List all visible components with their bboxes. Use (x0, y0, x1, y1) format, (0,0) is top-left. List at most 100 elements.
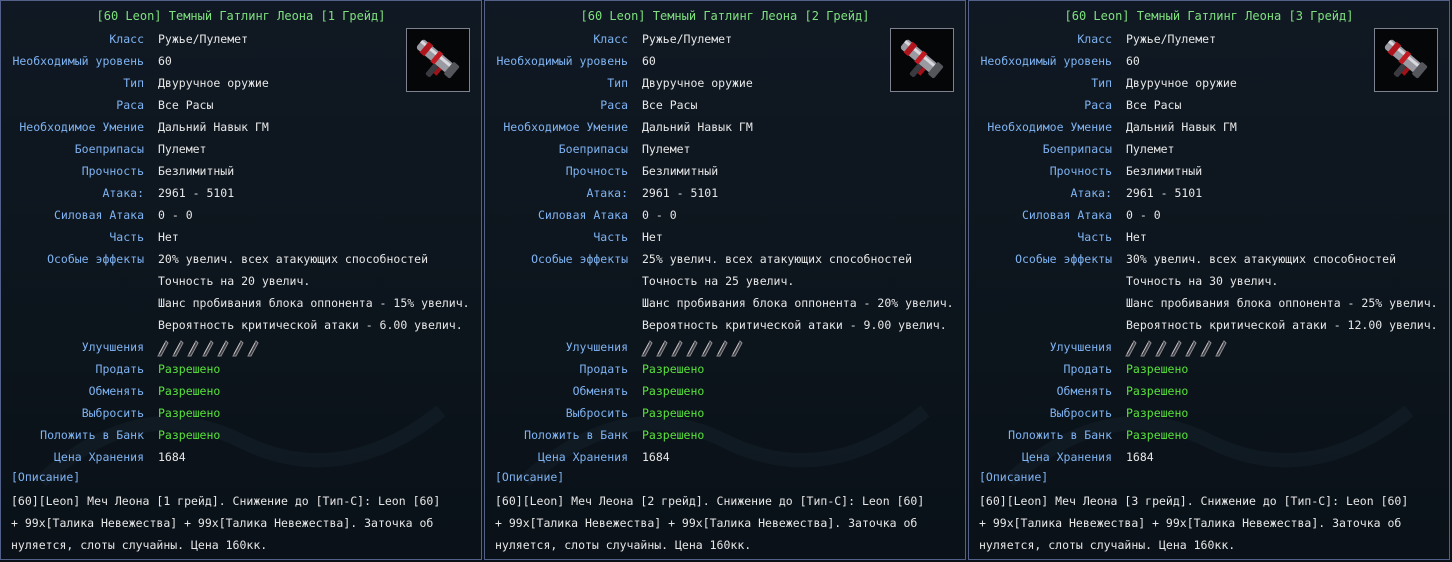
effect-line: Шанс пробивания блока оппонента - 15% ув… (158, 296, 470, 310)
row-skill: Необходимое Умение Дальний Навык ГМ (485, 117, 965, 137)
value-bank: Разрешено (1126, 428, 1189, 442)
value-trade: Разрешено (158, 384, 221, 398)
value-race: Все Расы (642, 98, 698, 112)
item-tooltip-grade-3: [60 Leon] Темный Гатлинг Леона [3 Грейд]… (968, 0, 1450, 560)
row-storage-price: Цена Хранения 1684 (969, 447, 1449, 467)
description-heading: [Описание] (979, 470, 1049, 484)
row-upgrades: Улучшения (485, 337, 965, 357)
label-bank: Положить в Банк (1008, 428, 1112, 442)
row-skill: Необходимое Умение Дальний Навык ГМ (1, 117, 481, 137)
row-storage-price: Цена Хранения 1684 (1, 447, 481, 467)
row-class: Класс Ружье/Пулемет (969, 29, 1449, 49)
value-power-attack: 0 - 0 (1126, 208, 1161, 222)
label-upgrades: Улучшения (81, 340, 144, 354)
empty-talic-slot-icon (1123, 339, 1137, 357)
empty-talic-slot-icon (200, 339, 214, 357)
item-title: [60 Leon] Темный Гатлинг Леона [1 Грейд] (96, 9, 386, 23)
value-bank: Разрешено (158, 428, 221, 442)
value-durability: Безлимитный (1126, 164, 1203, 178)
empty-talic-slot-icon (699, 339, 713, 357)
row-durability: Прочность Безлимитный (485, 161, 965, 181)
effect-line: 30% увелич. всех атакующих способностей (1126, 252, 1397, 266)
value-level: 60 (1126, 54, 1140, 68)
label-class: Класс (109, 32, 144, 46)
effect-line: 20% увелич. всех атакующих способностей (158, 252, 429, 266)
row-class: Класс Ружье/Пулемет (1, 29, 481, 49)
label-upgrades: Улучшения (565, 340, 628, 354)
row-power-attack: Силовая Атака 0 - 0 (485, 205, 965, 225)
label-upgrades: Улучшения (1049, 340, 1112, 354)
value-bank: Разрешено (642, 428, 705, 442)
item-tooltip-grade-1: [60 Leon] Темный Гатлинг Леона [1 Грейд]… (0, 0, 482, 560)
value-trade: Разрешено (642, 384, 705, 398)
label-bank: Положить в Банк (524, 428, 628, 442)
label-class: Класс (593, 32, 628, 46)
value-storage-price: 1684 (158, 450, 186, 464)
row-bank: Положить в Банк Разрешено (485, 425, 965, 445)
label-drop: Выбросить (1049, 406, 1112, 420)
label-ammo: Боеприпасы (74, 142, 144, 156)
row-part: Часть Нет (485, 227, 965, 247)
value-sell: Разрешено (642, 362, 705, 376)
description-text: [60][Leon] Меч Леона [3 грейд]. Снижение… (979, 494, 1409, 552)
effect-line: Шанс пробивания блока оппонента - 25% ув… (1126, 296, 1438, 310)
value-durability: Безлимитный (158, 164, 235, 178)
label-part: Часть (109, 230, 144, 244)
label-attack: Атака: (102, 186, 144, 200)
label-race: Раса (600, 98, 628, 112)
label-durability: Прочность (565, 164, 628, 178)
value-ammo: Пулемет (158, 142, 207, 156)
row-class: Класс Ружье/Пулемет (485, 29, 965, 49)
row-effect-4: Вероятность критической атаки - 12.00 ув… (969, 315, 1449, 335)
empty-talic-slot-icon (1213, 339, 1227, 357)
value-type: Двуручное оружие (158, 76, 269, 90)
value-class: Ружье/Пулемет (158, 32, 249, 46)
row-ammo: Боеприпасы Пулемет (1, 139, 481, 159)
label-trade: Обменять (88, 384, 144, 398)
row-power-attack: Силовая Атака 0 - 0 (969, 205, 1449, 225)
value-type: Двуручное оружие (1126, 76, 1237, 90)
value-race: Все Расы (158, 98, 214, 112)
row-effects: Особые эффекты 30% увелич. всех атакующих… (969, 249, 1449, 269)
empty-talic-slot-icon (1183, 339, 1197, 357)
value-attack: 2961 - 5101 (1126, 186, 1203, 200)
value-drop: Разрешено (1126, 406, 1189, 420)
label-part: Часть (1077, 230, 1112, 244)
row-type: Тип Двуручное оружие (1, 73, 481, 93)
label-race: Раса (1084, 98, 1112, 112)
empty-talic-slot-icon (654, 339, 668, 357)
label-storage-price: Цена Хранения (537, 450, 628, 464)
value-storage-price: 1684 (1126, 450, 1154, 464)
row-trade: Обменять Разрешено (485, 381, 965, 401)
label-skill: Необходимое Умение (503, 120, 628, 134)
empty-talic-slot-icon (245, 339, 259, 357)
row-durability: Прочность Безлимитный (969, 161, 1449, 181)
row-effect-3: Шанс пробивания блока оппонента - 15% ув… (1, 293, 481, 313)
label-race: Раса (116, 98, 144, 112)
value-sell: Разрешено (158, 362, 221, 376)
empty-talic-slot-icon (155, 339, 169, 357)
row-effect-3: Шанс пробивания блока оппонента - 25% ув… (969, 293, 1449, 313)
row-effect-2: Точность на 25 увелич. (485, 271, 965, 291)
label-storage-price: Цена Хранения (1021, 450, 1112, 464)
item-title: [60 Leon] Темный Гатлинг Леона [2 Грейд] (580, 9, 870, 23)
label-durability: Прочность (1049, 164, 1112, 178)
row-effects: Особые эффекты 20% увелич. всех атакующих… (1, 249, 481, 269)
description-text: [60][Leon] Меч Леона [1 грейд]. Снижение… (11, 494, 441, 552)
label-power-attack: Силовая Атака (537, 208, 628, 222)
row-upgrades: Улучшения (1, 337, 481, 357)
empty-talic-slot-icon (669, 339, 683, 357)
upgrade-slots (155, 339, 259, 357)
value-durability: Безлимитный (642, 164, 719, 178)
value-ammo: Пулемет (1126, 142, 1175, 156)
row-bank: Положить в Банк Разрешено (1, 425, 481, 445)
row-power-attack: Силовая Атака 0 - 0 (1, 205, 481, 225)
label-class: Класс (1077, 32, 1112, 46)
effect-line: Вероятность критической атаки - 6.00 уве… (158, 318, 463, 332)
label-sell: Продать (1063, 362, 1112, 376)
effect-line: 25% увелич. всех атакующих способностей (642, 252, 913, 266)
row-level: Необходимый уровень 60 (485, 51, 965, 71)
value-class: Ружье/Пулемет (1126, 32, 1217, 46)
effect-line: Точность на 20 увелич. (158, 274, 311, 288)
label-ammo: Боеприпасы (1042, 142, 1112, 156)
